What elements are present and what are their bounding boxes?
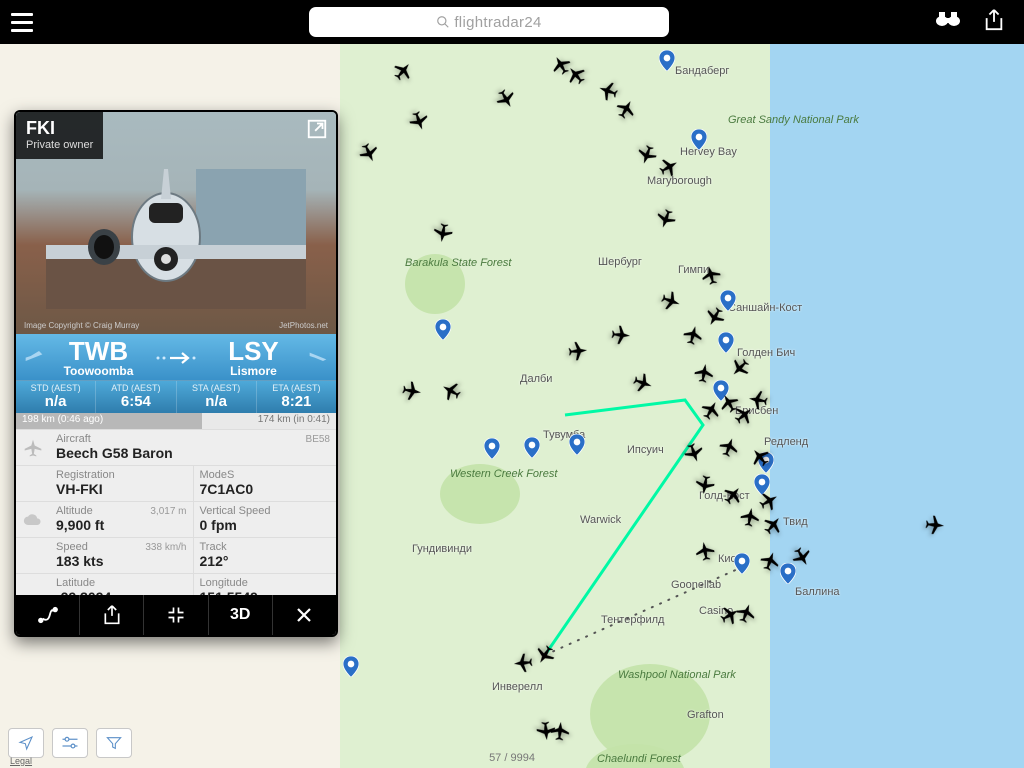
modes-label: ModeS	[200, 469, 331, 481]
lat-label: Latitude	[56, 577, 187, 589]
airport-pin[interactable]	[691, 129, 707, 151]
lat-value: -29.3094	[56, 589, 187, 595]
collapse-button[interactable]	[144, 595, 208, 635]
legal-link[interactable]: Legal	[10, 756, 32, 766]
tile-counter: 57 / 9994	[489, 752, 535, 764]
top-bar: flightradar24	[0, 0, 1024, 44]
atd-value: 6:54	[96, 393, 175, 410]
search-placeholder: flightradar24	[454, 14, 541, 31]
airport-pin[interactable]	[720, 290, 736, 312]
panel-header: FKI Private owner	[16, 112, 103, 159]
times-row: STD (AEST)n/a ATD (AEST)6:54 STA (AEST)n…	[16, 380, 336, 413]
locate-button[interactable]	[8, 728, 44, 758]
flight-detail-panel: FKI Private owner Image Copyright © Crai…	[14, 110, 338, 637]
filter-icon	[106, 736, 122, 750]
trk-label: Track	[200, 541, 331, 553]
panel-toolbar: 3D	[16, 595, 336, 635]
progress-elapsed: 198 km (0:46 ago)	[16, 413, 202, 429]
eta-label: ETA (AEST)	[257, 383, 336, 393]
modes-value: 7C1AC0	[200, 481, 331, 497]
vs-label: Vertical Speed	[200, 505, 331, 517]
airport-pin[interactable]	[780, 563, 796, 585]
close-icon	[295, 606, 313, 624]
airport-pin[interactable]	[524, 437, 540, 459]
lon-value: 151.5549	[200, 589, 331, 595]
location-arrow-icon	[18, 735, 34, 751]
reg-label: Registration	[56, 469, 187, 481]
aircraft-photo: FKI Private owner Image Copyright © Crai…	[16, 112, 336, 334]
alt-value: 9,900 ft	[56, 517, 187, 533]
collapse-icon	[166, 605, 186, 625]
dep-code: TWB	[44, 338, 153, 364]
sliders-icon	[61, 736, 79, 750]
share-button[interactable]	[984, 9, 1004, 36]
std-value: n/a	[16, 393, 95, 410]
settings-button[interactable]	[52, 728, 88, 758]
airport-pin[interactable]	[713, 380, 729, 402]
cloud-icon	[16, 502, 50, 537]
reg-value: VH-FKI	[56, 481, 187, 497]
alt-metric: 3,017 m	[150, 506, 186, 517]
sta-value: n/a	[177, 393, 256, 410]
airport-pin[interactable]	[569, 434, 585, 456]
binoculars-icon	[934, 9, 962, 27]
progress-bar: 198 km (0:46 ago) 174 km (in 0:41)	[16, 413, 336, 429]
search-input[interactable]: flightradar24	[309, 7, 669, 37]
close-panel-button[interactable]	[273, 595, 336, 635]
share-icon	[103, 605, 121, 625]
aircraft-label: Aircraft	[56, 433, 330, 445]
data-grid: Aircraft BE58 Beech G58 Baron Registrati…	[16, 429, 336, 595]
photo-credit: Image Copyright © Craig Murray	[24, 321, 139, 330]
photo-source: JetPhotos.net	[279, 321, 328, 330]
departure-icon	[24, 349, 44, 368]
spd-metric: 338 km/h	[145, 542, 186, 553]
airport-pin[interactable]	[754, 474, 770, 496]
search-icon	[436, 15, 450, 29]
expand-photo-button[interactable]	[306, 118, 328, 145]
airport-pin[interactable]	[758, 452, 774, 474]
airport-pin[interactable]	[484, 438, 500, 460]
route-bar: TWB Toowoomba LSY Lismore	[16, 334, 336, 380]
arr-city: Lismore	[199, 364, 308, 378]
airport-pin[interactable]	[343, 656, 359, 678]
airport-pin[interactable]	[435, 319, 451, 341]
vs-value: 0 fpm	[200, 517, 331, 533]
airport-pin[interactable]	[734, 553, 750, 575]
popout-icon	[306, 118, 328, 140]
airport-pin[interactable]	[659, 50, 675, 72]
aircraft-type-code: BE58	[306, 434, 330, 445]
arrival-icon	[308, 349, 328, 368]
sta-label: STA (AEST)	[177, 383, 256, 393]
spd-value: 183 kts	[56, 553, 187, 569]
callsign: FKI	[26, 118, 93, 139]
3d-label: 3D	[230, 606, 250, 624]
std-label: STD (AEST)	[16, 383, 95, 393]
dep-city: Toowoomba	[44, 364, 153, 378]
route-button[interactable]	[16, 595, 80, 635]
progress-remaining: 174 km (in 0:41)	[202, 413, 336, 429]
arr-code: LSY	[199, 338, 308, 364]
share-icon	[984, 9, 1004, 31]
share-flight-button[interactable]	[80, 595, 144, 635]
trk-value: 212°	[200, 553, 331, 569]
atd-label: ATD (AEST)	[96, 383, 175, 393]
lon-label: Longitude	[200, 577, 331, 589]
3d-view-button[interactable]: 3D	[209, 595, 273, 635]
eta-value: 8:21	[257, 393, 336, 410]
aircraft-illustration	[46, 159, 306, 309]
aircraft-icon	[16, 430, 50, 465]
operator: Private owner	[26, 139, 93, 151]
route-icon	[37, 606, 59, 624]
aircraft-value: Beech G58 Baron	[56, 445, 330, 461]
menu-button[interactable]	[0, 0, 44, 44]
airport-pin[interactable]	[718, 332, 734, 354]
filter-button[interactable]	[96, 728, 132, 758]
ar-view-button[interactable]	[934, 9, 962, 36]
route-arrow-icon	[153, 350, 199, 366]
map-controls	[8, 728, 132, 758]
